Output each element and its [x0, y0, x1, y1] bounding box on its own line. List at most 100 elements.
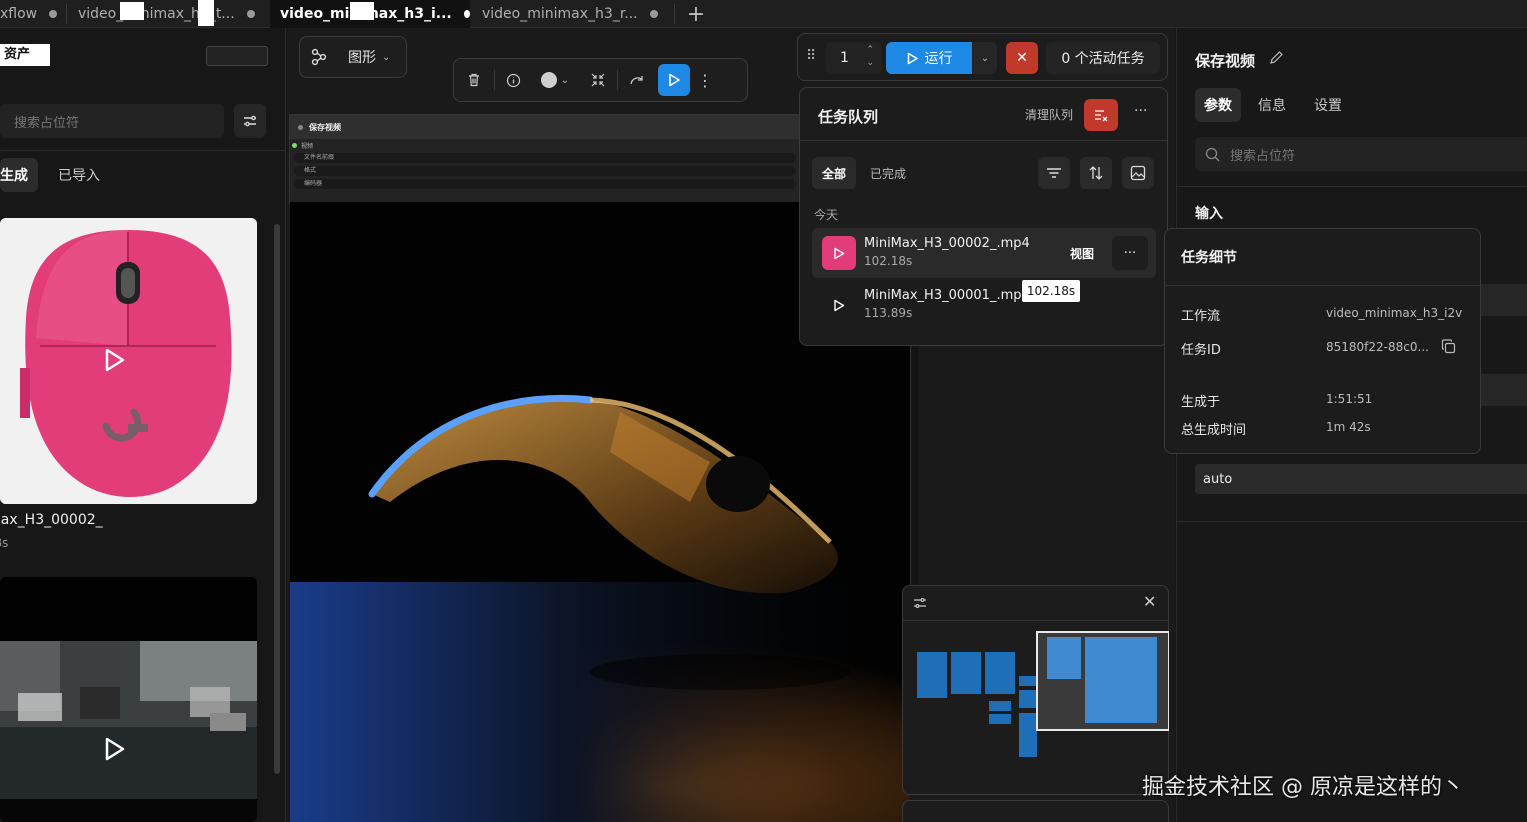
plus-icon: +	[686, 1, 706, 27]
save-video-node[interactable]: 保存视频 视频 文件名前缀 格式 编码器	[289, 114, 801, 204]
view-button[interactable]: 视图	[1070, 245, 1094, 262]
tab-label: 已导入	[58, 168, 100, 184]
copy-icon	[1441, 339, 1456, 354]
asset-search-input[interactable]: 搜索占位符	[0, 104, 224, 138]
graph-dropdown-label: 图形	[348, 50, 376, 66]
close-icon: ✕	[1143, 592, 1157, 611]
execute-node-button[interactable]	[658, 64, 690, 96]
close-icon: ✕	[1016, 50, 1028, 66]
sidebar-scrollbar[interactable]	[274, 224, 280, 774]
color-circle-icon	[540, 72, 557, 88]
detail-label: 生成于	[1181, 395, 1221, 410]
node-input-row: 视频	[290, 139, 800, 151]
input-socket-icon[interactable]	[292, 142, 297, 148]
sliders-icon	[244, 115, 256, 127]
rename-button[interactable]	[1269, 50, 1284, 69]
tab-video-t[interactable]: video_minimax_h3_t...	[78, 0, 268, 28]
bypass-button[interactable]	[618, 59, 656, 101]
stepper-arrows-icon[interactable]: ⌃ ⌄	[866, 44, 874, 70]
collapse-button[interactable]	[579, 59, 617, 101]
run-button[interactable]: 运行	[886, 42, 972, 74]
play-icon[interactable]	[104, 348, 126, 372]
delete-button[interactable]	[454, 59, 494, 101]
queue-filter-button[interactable]	[1038, 157, 1070, 189]
filter-lines-icon	[1047, 168, 1061, 178]
asset-thumbnail[interactable]	[0, 218, 257, 504]
queue-sort-button[interactable]	[1080, 157, 1112, 189]
asset-duration: 102.18s	[0, 536, 9, 550]
detail-value: 1:51:51	[1326, 392, 1373, 406]
minimap-settings-button[interactable]	[913, 596, 927, 614]
param-field-partial[interactable]	[1477, 284, 1527, 316]
tab-generated[interactable]: 生成	[0, 158, 38, 192]
queue-item-more-button[interactable]: ···	[1112, 236, 1148, 270]
tab-label: xflow	[0, 6, 38, 22]
queue-view-toggle-button[interactable]	[1122, 157, 1154, 189]
run-mode-dropdown[interactable]: ⌄	[973, 42, 997, 74]
new-tab-button[interactable]: +	[684, 0, 708, 28]
clear-queue-button[interactable]	[1084, 99, 1118, 131]
tab-video-r[interactable]: video_minimax_h3_r...	[482, 0, 672, 28]
tab-xflow[interactable]: xflow	[0, 0, 64, 28]
queue-more-button[interactable]: ···	[1134, 103, 1147, 119]
image-grid-icon	[1130, 165, 1146, 181]
node-color-picker[interactable]: ⌄	[531, 59, 579, 101]
tab-settings[interactable]: 设置	[1305, 88, 1351, 122]
asset-thumbnail[interactable]	[0, 577, 257, 822]
filter-completed-tab[interactable]: 已完成	[862, 157, 914, 189]
tab-bar: xflow video_minimax_h3_t... video_minima…	[0, 0, 1527, 28]
queue-item-name: MiniMax_H3_00002_.mp4	[864, 236, 1030, 251]
info-button[interactable]	[495, 59, 531, 101]
detail-value: 1m 42s	[1326, 420, 1371, 434]
param-search-input[interactable]: 搜索占位符	[1195, 137, 1527, 171]
task-detail-title: 任务细节	[1181, 250, 1237, 266]
unsaved-dot-icon	[463, 10, 470, 18]
detail-label: 总生成时间	[1181, 423, 1247, 438]
codec-value: auto	[1203, 471, 1233, 487]
interrupt-button[interactable]: ✕	[1006, 42, 1038, 74]
tab-divider	[674, 4, 675, 24]
sidebar-title: 资产	[0, 44, 50, 66]
queue-item[interactable]: MiniMax_H3_00002_.mp4 102.18s 视图 ···	[812, 228, 1156, 278]
minimap-panel[interactable]: ✕	[902, 585, 1169, 795]
node-field[interactable]: 编码器	[294, 179, 796, 189]
sidebar-header-chip[interactable]	[206, 46, 268, 66]
assets-sidebar: 资产 搜索占位符 生成 已导入 MiniMax_H3_00002_ 102.1	[0, 28, 286, 822]
detail-value: 85180f22-88c0...	[1326, 340, 1429, 354]
minimap-close-button[interactable]: ✕	[1143, 592, 1156, 611]
trash-icon	[469, 73, 479, 87]
param-field-partial[interactable]	[1477, 374, 1527, 406]
batch-count-input[interactable]: 1 ⌃ ⌄	[826, 42, 882, 74]
chevron-down-icon: ⌄	[560, 74, 570, 86]
drag-handle-icon[interactable]: ⠿	[806, 48, 816, 64]
run-button-label: 运行	[924, 51, 953, 67]
filter-all-tab[interactable]: 全部	[812, 157, 856, 189]
task-queue-panel: 任务队列 清理队列 ··· 全部 已完成 今天 MiniMax_H3_00002…	[799, 87, 1168, 346]
active-tasks-button[interactable]: 0 个活动任务	[1046, 42, 1160, 74]
divider	[800, 140, 1167, 141]
tab-label: 信息	[1258, 98, 1286, 114]
queue-item-thumbnail	[822, 236, 856, 270]
node-field[interactable]: 文件名前缀	[294, 153, 796, 163]
graph-dropdown[interactable]: 图形 ⌄	[348, 47, 390, 67]
horizontal-dots-icon: ···	[1134, 103, 1148, 119]
search-placeholder: 搜索占位符	[1230, 148, 1296, 164]
node-field[interactable]: 格式	[294, 166, 796, 176]
queue-item[interactable]: MiniMax_H3_00001_.mp4 113.89s	[812, 280, 1156, 330]
redaction-block	[198, 0, 214, 26]
codec-select[interactable]: auto	[1195, 464, 1527, 494]
vertical-dots-icon: ⋮	[697, 70, 713, 90]
filter-settings-button[interactable]	[234, 104, 266, 138]
section-input-heading: 输入	[1195, 206, 1223, 222]
queue-item-thumbnail	[822, 288, 856, 322]
play-icon	[669, 73, 680, 87]
filter-label: 已完成	[869, 166, 906, 181]
tab-imported[interactable]: 已导入	[48, 158, 110, 192]
copy-task-id-button[interactable]	[1441, 339, 1456, 358]
tab-parameters[interactable]: 参数	[1195, 88, 1241, 122]
play-icon[interactable]	[104, 737, 126, 761]
more-options-button[interactable]: ⋮	[690, 59, 720, 101]
tab-info[interactable]: 信息	[1249, 88, 1295, 122]
tab-label: 生成	[0, 168, 28, 184]
graph-workflow-icon[interactable]	[300, 37, 338, 77]
